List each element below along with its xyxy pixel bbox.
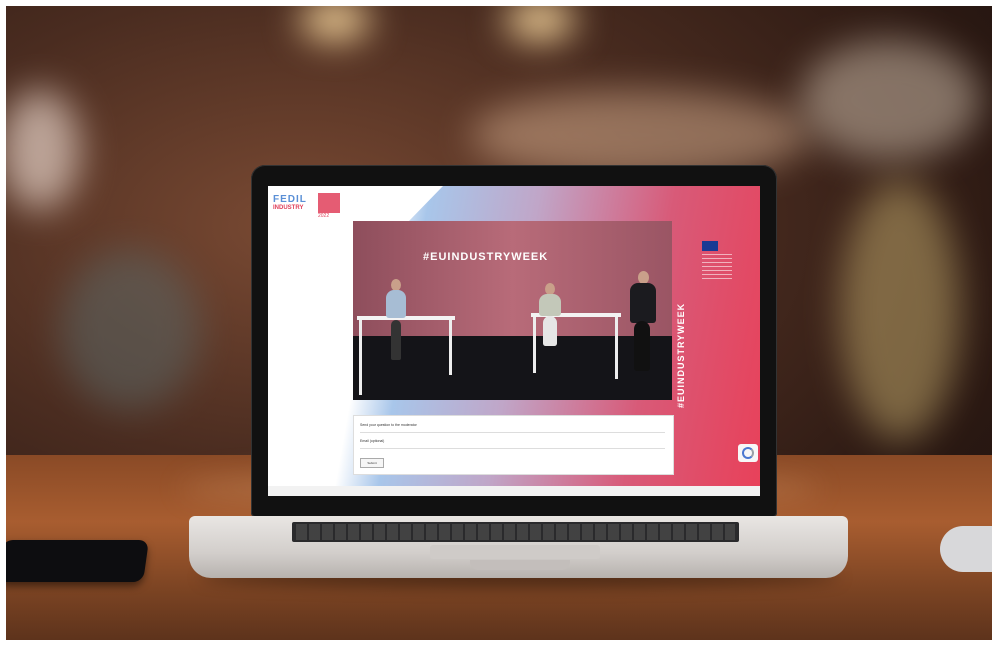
eu-caption-lines bbox=[702, 254, 732, 280]
ceiling-light bbox=[505, 0, 575, 40]
ceiling-light bbox=[300, 0, 370, 40]
smartphone bbox=[0, 540, 149, 582]
keyboard-keys bbox=[296, 524, 735, 540]
question-input[interactable] bbox=[360, 432, 665, 433]
bokeh-shape bbox=[60, 250, 200, 410]
laptop-screen: FEDIL INDUSTRY 2022 #EUINDUSTRYWEEK #EUI… bbox=[268, 186, 760, 496]
question-label: Send your question to the moderator bbox=[360, 423, 417, 427]
table-leg bbox=[533, 317, 536, 373]
email-label: Email (optional) bbox=[360, 439, 385, 443]
side-hashtag-banner: #EUINDUSTRYWEEK bbox=[676, 302, 686, 408]
trackpad bbox=[430, 545, 600, 559]
photo-scene: FEDIL INDUSTRY 2022 #EUINDUSTRYWEEK #EUI… bbox=[0, 0, 998, 646]
recaptcha-icon bbox=[742, 447, 754, 459]
speaker-right bbox=[630, 283, 656, 323]
speaker-middle bbox=[539, 294, 561, 316]
submit-button[interactable]: Submit bbox=[360, 458, 384, 468]
standing-table bbox=[357, 316, 455, 320]
event-logo-year: 2022 bbox=[318, 213, 330, 219]
speaker-left bbox=[386, 290, 406, 318]
speaker-right-legs bbox=[634, 321, 650, 371]
window-glow bbox=[800, 40, 980, 160]
laptop-notch bbox=[470, 560, 570, 570]
table-leg bbox=[449, 320, 452, 375]
table-leg bbox=[359, 320, 362, 395]
fedil-logo: FEDIL bbox=[273, 194, 307, 205]
eu-flag-icon bbox=[702, 241, 718, 251]
table-leg bbox=[615, 317, 618, 379]
video-player[interactable]: #EUINDUSTRYWEEK bbox=[353, 221, 672, 400]
speaker-left-legs bbox=[391, 320, 401, 360]
email-input[interactable] bbox=[360, 448, 665, 449]
bokeh-glow bbox=[840, 180, 960, 440]
screen-bottom-bar bbox=[268, 486, 760, 496]
fedil-logo-sub: INDUSTRY bbox=[273, 205, 304, 211]
computer-mouse bbox=[940, 526, 998, 572]
question-form: Send your question to the moderator Emai… bbox=[353, 415, 674, 475]
event-logo-mark bbox=[318, 193, 340, 213]
video-hashtag: #EUINDUSTRYWEEK bbox=[423, 251, 549, 263]
speaker-middle-legs bbox=[543, 316, 557, 346]
window-glow bbox=[0, 90, 80, 210]
